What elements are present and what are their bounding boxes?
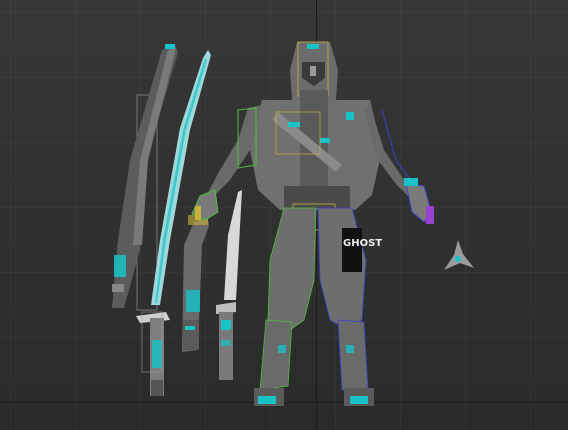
- short-blade[interactable]: [216, 190, 242, 380]
- short-sheath[interactable]: [182, 215, 209, 352]
- sheath-long[interactable]: [112, 44, 178, 311]
- shuriken[interactable]: [444, 240, 474, 270]
- scene-canvas[interactable]: GHOST: [0, 0, 568, 430]
- leg-emblem: GHOST: [343, 238, 382, 249]
- viewport-3d[interactable]: GHOST: [0, 0, 568, 430]
